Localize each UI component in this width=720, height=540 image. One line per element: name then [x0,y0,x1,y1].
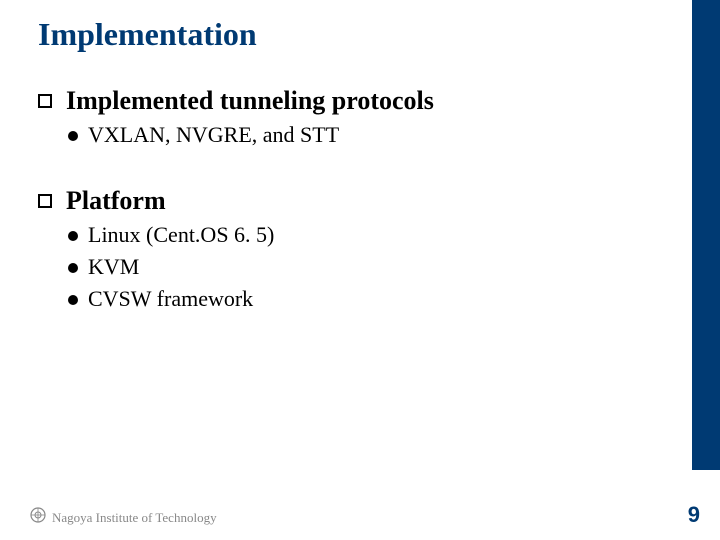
dot-bullet-icon [68,263,78,273]
list-subitem-text: CVSW framework [88,286,253,312]
list-item-text: Platform [66,186,166,216]
list-subitem-text: VXLAN, NVGRE, and STT [88,122,339,148]
footer: Nagoya Institute of Technology [30,507,217,528]
footer-text: Nagoya Institute of Technology [52,510,217,526]
spacer [38,148,658,180]
slide-title: Implementation [38,16,257,53]
dot-bullet-icon [68,231,78,241]
list-subitem: VXLAN, NVGRE, and STT [68,122,658,148]
dot-bullet-icon [68,295,78,305]
dot-bullet-icon [68,131,78,141]
list-subitem: CVSW framework [68,286,658,312]
list-subitem-text: KVM [88,254,139,280]
list-subitem: Linux (Cent.OS 6. 5) [68,222,658,248]
list-item-text: Implemented tunneling protocols [66,86,434,116]
list-subitem: KVM [68,254,658,280]
slide: Implementation Implemented tunneling pro… [0,0,720,540]
page-number: 9 [688,502,700,528]
side-stripe [692,0,720,470]
list-subitem-text: Linux (Cent.OS 6. 5) [88,222,274,248]
university-logo-icon [30,507,46,528]
square-bullet-icon [38,194,52,208]
square-bullet-icon [38,94,52,108]
list-item: Implemented tunneling protocols [38,86,658,116]
content-area: Implemented tunneling protocols VXLAN, N… [38,80,658,312]
list-item: Platform [38,186,658,216]
